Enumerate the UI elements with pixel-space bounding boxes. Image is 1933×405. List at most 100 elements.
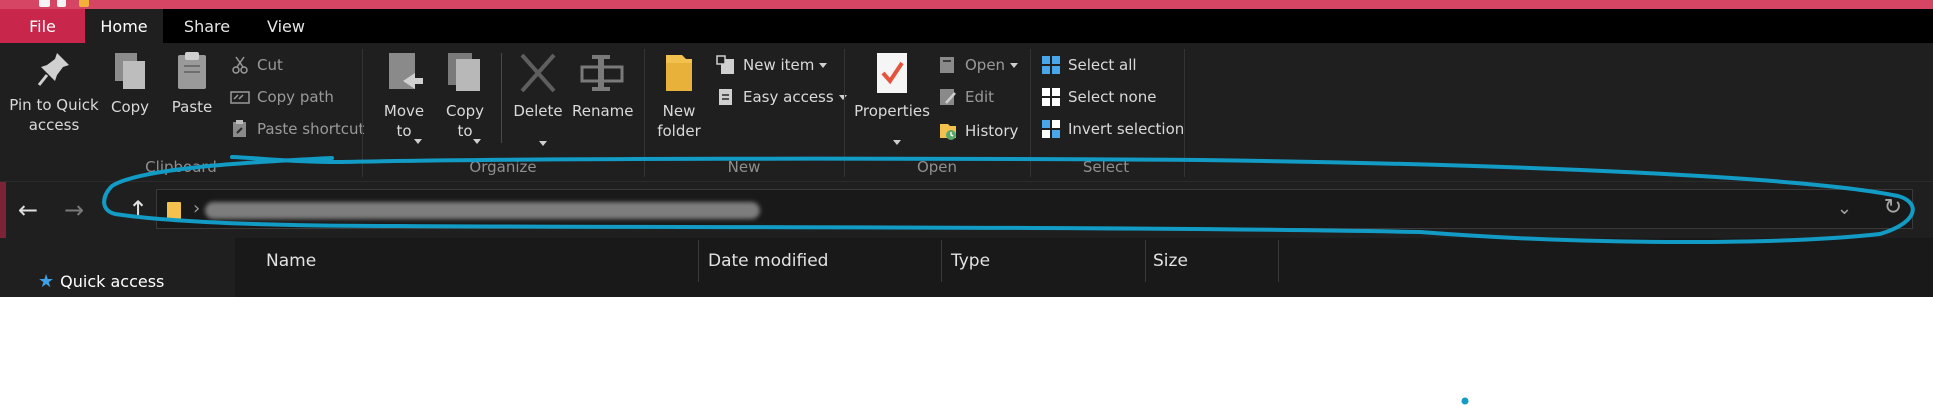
quick-access-toolbar-icon[interactable] xyxy=(39,0,50,7)
open-label: Open xyxy=(965,56,1006,74)
tab-home[interactable]: Home xyxy=(85,9,163,43)
copy-path-label: Copy path xyxy=(257,88,334,106)
cut-button[interactable]: Cut xyxy=(230,54,283,76)
organize-group-label: Organize xyxy=(469,158,537,176)
paste-icon xyxy=(178,52,206,89)
clipboard-group-label: Clipboard xyxy=(145,158,217,176)
arrow-left-icon: ← xyxy=(17,196,39,224)
new-item-button[interactable]: New item xyxy=(716,54,828,76)
folder-icon[interactable] xyxy=(79,0,89,7)
rename-label: Rename xyxy=(572,102,634,120)
column-divider[interactable] xyxy=(941,240,942,282)
copy-path-button[interactable]: Copy path xyxy=(230,86,334,108)
select-all-icon xyxy=(1042,56,1060,74)
properties-button[interactable]: Properties xyxy=(854,51,930,145)
file-list: Name Date modified Type Size xyxy=(235,238,1933,297)
delete-label: Delete xyxy=(513,102,563,120)
paste-shortcut-icon xyxy=(233,120,246,137)
select-all-button[interactable]: Select all xyxy=(1041,54,1137,76)
history-button[interactable]: History xyxy=(938,120,1018,142)
chevron-down-icon xyxy=(473,139,481,144)
delete-x-icon xyxy=(520,53,556,93)
ribbon-tabs: File Home Share View xyxy=(0,9,1933,43)
open-button[interactable]: Open xyxy=(938,54,1019,76)
new-folder-button[interactable]: New folder xyxy=(653,51,705,141)
edit-button[interactable]: Edit xyxy=(938,86,994,108)
pin-to-quick-access-label: Pin to Quick access xyxy=(9,96,99,134)
tab-share[interactable]: Share xyxy=(163,9,251,43)
history-label: History xyxy=(965,122,1019,140)
column-header-type[interactable]: Type xyxy=(951,238,1111,284)
ribbon-home: Pin to Quick access Copy Paste Cut Copy xyxy=(0,43,1933,182)
refresh-icon[interactable]: ↻ xyxy=(1884,195,1902,220)
back-button[interactable]: ← xyxy=(14,196,42,224)
file-explorer-window: File Home Share View Pin to Quick access… xyxy=(0,0,1933,297)
select-all-label: Select all xyxy=(1068,56,1137,74)
invert-selection-icon xyxy=(1042,120,1060,138)
chevron-down-icon xyxy=(893,140,901,145)
delete-button[interactable]: Delete xyxy=(511,51,565,146)
quick-access-toolbar-icon[interactable] xyxy=(57,0,66,7)
copy-button[interactable]: Copy xyxy=(108,51,152,117)
copy-icon xyxy=(115,53,145,89)
group-divider xyxy=(1184,49,1185,177)
easy-access-button[interactable]: Easy access xyxy=(716,86,847,108)
invert-selection-button[interactable]: Invert selection xyxy=(1041,118,1184,140)
new-item-icon xyxy=(716,55,734,74)
move-to-button[interactable]: Move to xyxy=(378,51,430,144)
paste-shortcut-button[interactable]: Paste shortcut xyxy=(230,118,364,140)
column-divider[interactable] xyxy=(698,240,699,282)
chevron-down-icon xyxy=(1010,62,1019,68)
column-header-size[interactable]: Size xyxy=(1153,238,1273,284)
move-to-label: Move to xyxy=(383,102,425,140)
paste-shortcut-label: Paste shortcut xyxy=(257,120,365,138)
annotation-dot xyxy=(1461,397,1469,405)
column-divider[interactable] xyxy=(1278,240,1279,282)
quick-access-label: Quick access xyxy=(60,272,165,291)
column-header-name[interactable]: Name xyxy=(266,238,686,284)
chevron-down-icon[interactable]: ⌄ xyxy=(1837,198,1852,219)
forward-button[interactable]: → xyxy=(60,196,88,224)
select-none-label: Select none xyxy=(1068,88,1157,106)
chevron-right-icon: › xyxy=(193,198,201,219)
properties-label: Properties xyxy=(854,102,930,120)
star-icon: ★ xyxy=(38,271,55,292)
copy-to-label: Copy to xyxy=(445,102,485,140)
up-button[interactable]: ↑ xyxy=(124,196,152,224)
select-none-button[interactable]: Select none xyxy=(1041,86,1156,108)
easy-access-label: Easy access xyxy=(743,88,834,106)
copy-label: Copy xyxy=(110,98,150,116)
address-bar[interactable]: › ⌄ ↻ xyxy=(156,189,1913,229)
column-header-date-modified[interactable]: Date modified xyxy=(708,238,888,284)
navigation-bar: ← → ˅ ↑ › ⌄ ↻ xyxy=(0,182,1933,238)
new-item-label: New item xyxy=(743,56,815,74)
sidebar-item-quick-access[interactable]: ★ Quick access xyxy=(38,271,164,292)
edit-label: Edit xyxy=(965,88,995,106)
copy-to-icon xyxy=(448,53,480,91)
edit-icon xyxy=(940,89,956,105)
paste-button[interactable]: Paste xyxy=(167,51,217,117)
chevron-down-icon xyxy=(539,141,547,146)
invert-selection-label: Invert selection xyxy=(1068,120,1185,138)
new-group-label: New xyxy=(727,158,761,176)
folder-icon xyxy=(167,202,181,219)
chevron-down-icon xyxy=(819,62,828,68)
scissors-icon xyxy=(232,56,248,74)
tab-file[interactable]: File xyxy=(0,9,85,43)
pin-to-quick-access-button[interactable]: Pin to Quick access xyxy=(6,51,102,135)
copy-path-icon xyxy=(230,91,250,104)
new-folder-label: New folder xyxy=(657,102,701,140)
copy-to-button[interactable]: Copy to xyxy=(440,51,490,144)
tab-view[interactable]: View xyxy=(251,9,321,43)
select-none-icon xyxy=(1042,88,1060,106)
chevron-down-icon xyxy=(414,139,422,144)
redacted-path xyxy=(205,202,760,219)
group-divider xyxy=(501,53,502,143)
move-to-icon xyxy=(389,53,423,89)
arrow-up-icon: ↑ xyxy=(127,196,149,224)
column-divider[interactable] xyxy=(1145,240,1146,282)
cut-label: Cut xyxy=(257,56,283,74)
rename-button[interactable]: Rename xyxy=(572,51,634,121)
pin-icon xyxy=(37,53,69,86)
recent-locations-button[interactable]: ˅ xyxy=(96,196,112,224)
